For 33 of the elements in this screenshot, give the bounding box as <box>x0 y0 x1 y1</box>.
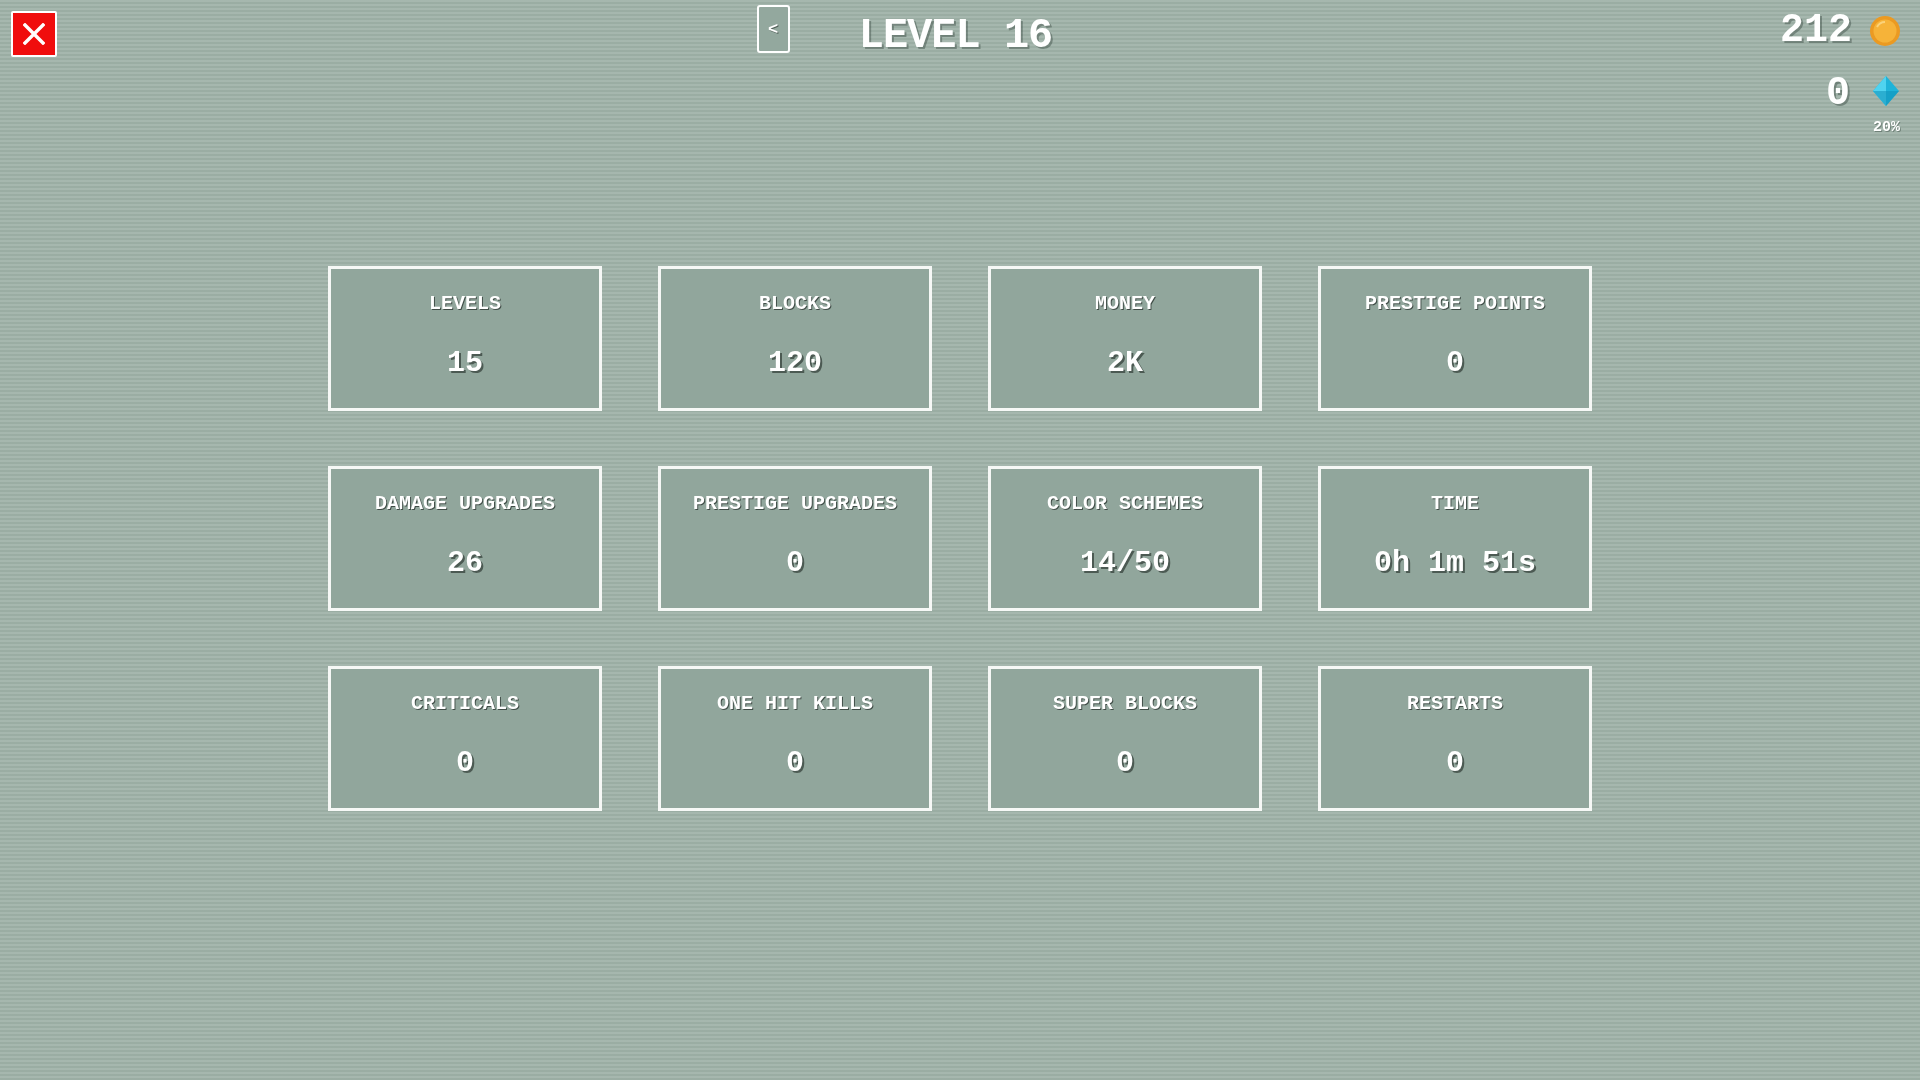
back-button[interactable]: < <box>756 5 790 53</box>
stat-label: PRESTIGE UPGRADES <box>692 494 897 514</box>
stat-value: 0 <box>786 748 804 778</box>
stat-label: BLOCKS <box>759 294 831 314</box>
stat-label: SUPER BLOCKS <box>1053 694 1197 714</box>
stat-value: 0 <box>1446 348 1464 378</box>
stat-label: MONEY <box>1095 294 1155 314</box>
stat-value: 26 <box>447 548 483 578</box>
stat-value: 0 <box>1116 748 1134 778</box>
stat-label: TIME <box>1431 494 1479 514</box>
stat-label: DAMAGE UPGRADES <box>375 494 555 514</box>
stat-value: 2K <box>1107 348 1143 378</box>
stat-label: CRITICALS <box>411 694 519 714</box>
stat-label: ONE HIT KILLS <box>717 694 873 714</box>
level-title: LEVEL 16 <box>858 15 1053 57</box>
gem-bonus: 20% <box>1873 120 1900 135</box>
coin-count: 212 <box>1780 11 1852 51</box>
close-icon <box>23 23 45 45</box>
stat-value: 0 <box>456 748 474 778</box>
stat-value: 120 <box>768 348 822 378</box>
stat-value: 15 <box>447 348 483 378</box>
gem-count: 0 <box>1825 74 1850 114</box>
gem-icon <box>1873 76 1900 106</box>
stat-label: LEVELS <box>429 294 501 314</box>
stat-label: PRESTIGE POINTS <box>1365 294 1545 314</box>
stat-value: 0 <box>786 548 804 578</box>
stat-label: COLOR SCHEMES <box>1047 494 1203 514</box>
stat-value: 0 <box>1446 748 1464 778</box>
close-button[interactable] <box>11 11 57 57</box>
stat-label: RESTARTS <box>1407 694 1503 714</box>
stat-value: 0h 1m 51s <box>1374 548 1536 578</box>
stat-value: 14/50 <box>1080 548 1170 578</box>
coin-icon <box>1870 16 1900 46</box>
